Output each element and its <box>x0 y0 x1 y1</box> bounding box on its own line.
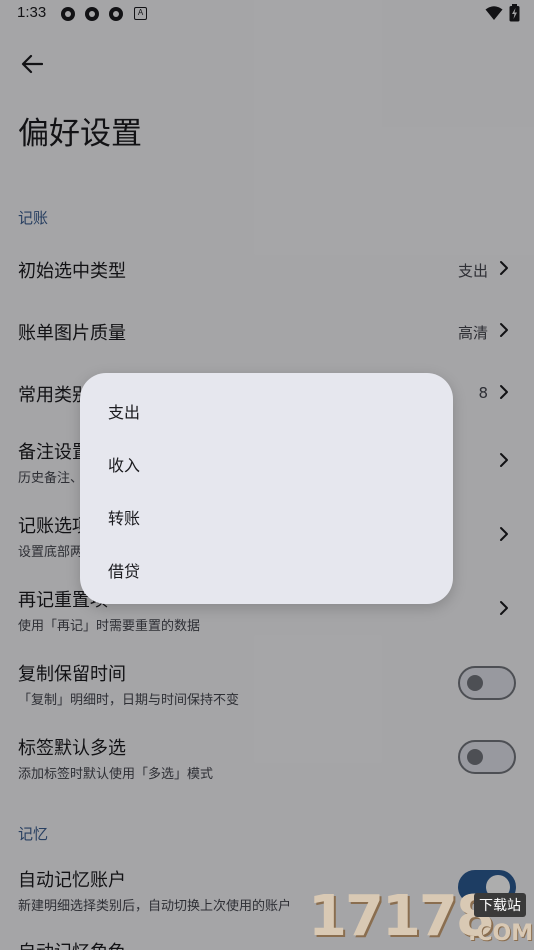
menu-item-loan[interactable]: 借贷 <box>80 542 453 595</box>
menu-item-expense[interactable]: 支出 <box>80 383 453 436</box>
type-select-menu: 支出 收入 转账 借贷 <box>80 373 453 604</box>
menu-item-label: 借贷 <box>108 562 141 581</box>
menu-item-label: 支出 <box>108 403 141 422</box>
site-watermark: 17178 下载站 .COM <box>308 885 534 950</box>
menu-item-label: 收入 <box>108 456 141 475</box>
settings-screen: 1:33 A 偏好设置 记账 初始选中类型 支出 账单图片质量 高清 常用类别 … <box>0 0 534 950</box>
menu-item-transfer[interactable]: 转账 <box>80 489 453 542</box>
menu-item-income[interactable]: 收入 <box>80 436 453 489</box>
menu-item-label: 转账 <box>108 509 141 528</box>
watermark-suffix: .COM <box>468 921 534 946</box>
watermark-logo: 17178 <box>308 884 495 949</box>
watermark-tag: 下载站 <box>474 893 526 917</box>
